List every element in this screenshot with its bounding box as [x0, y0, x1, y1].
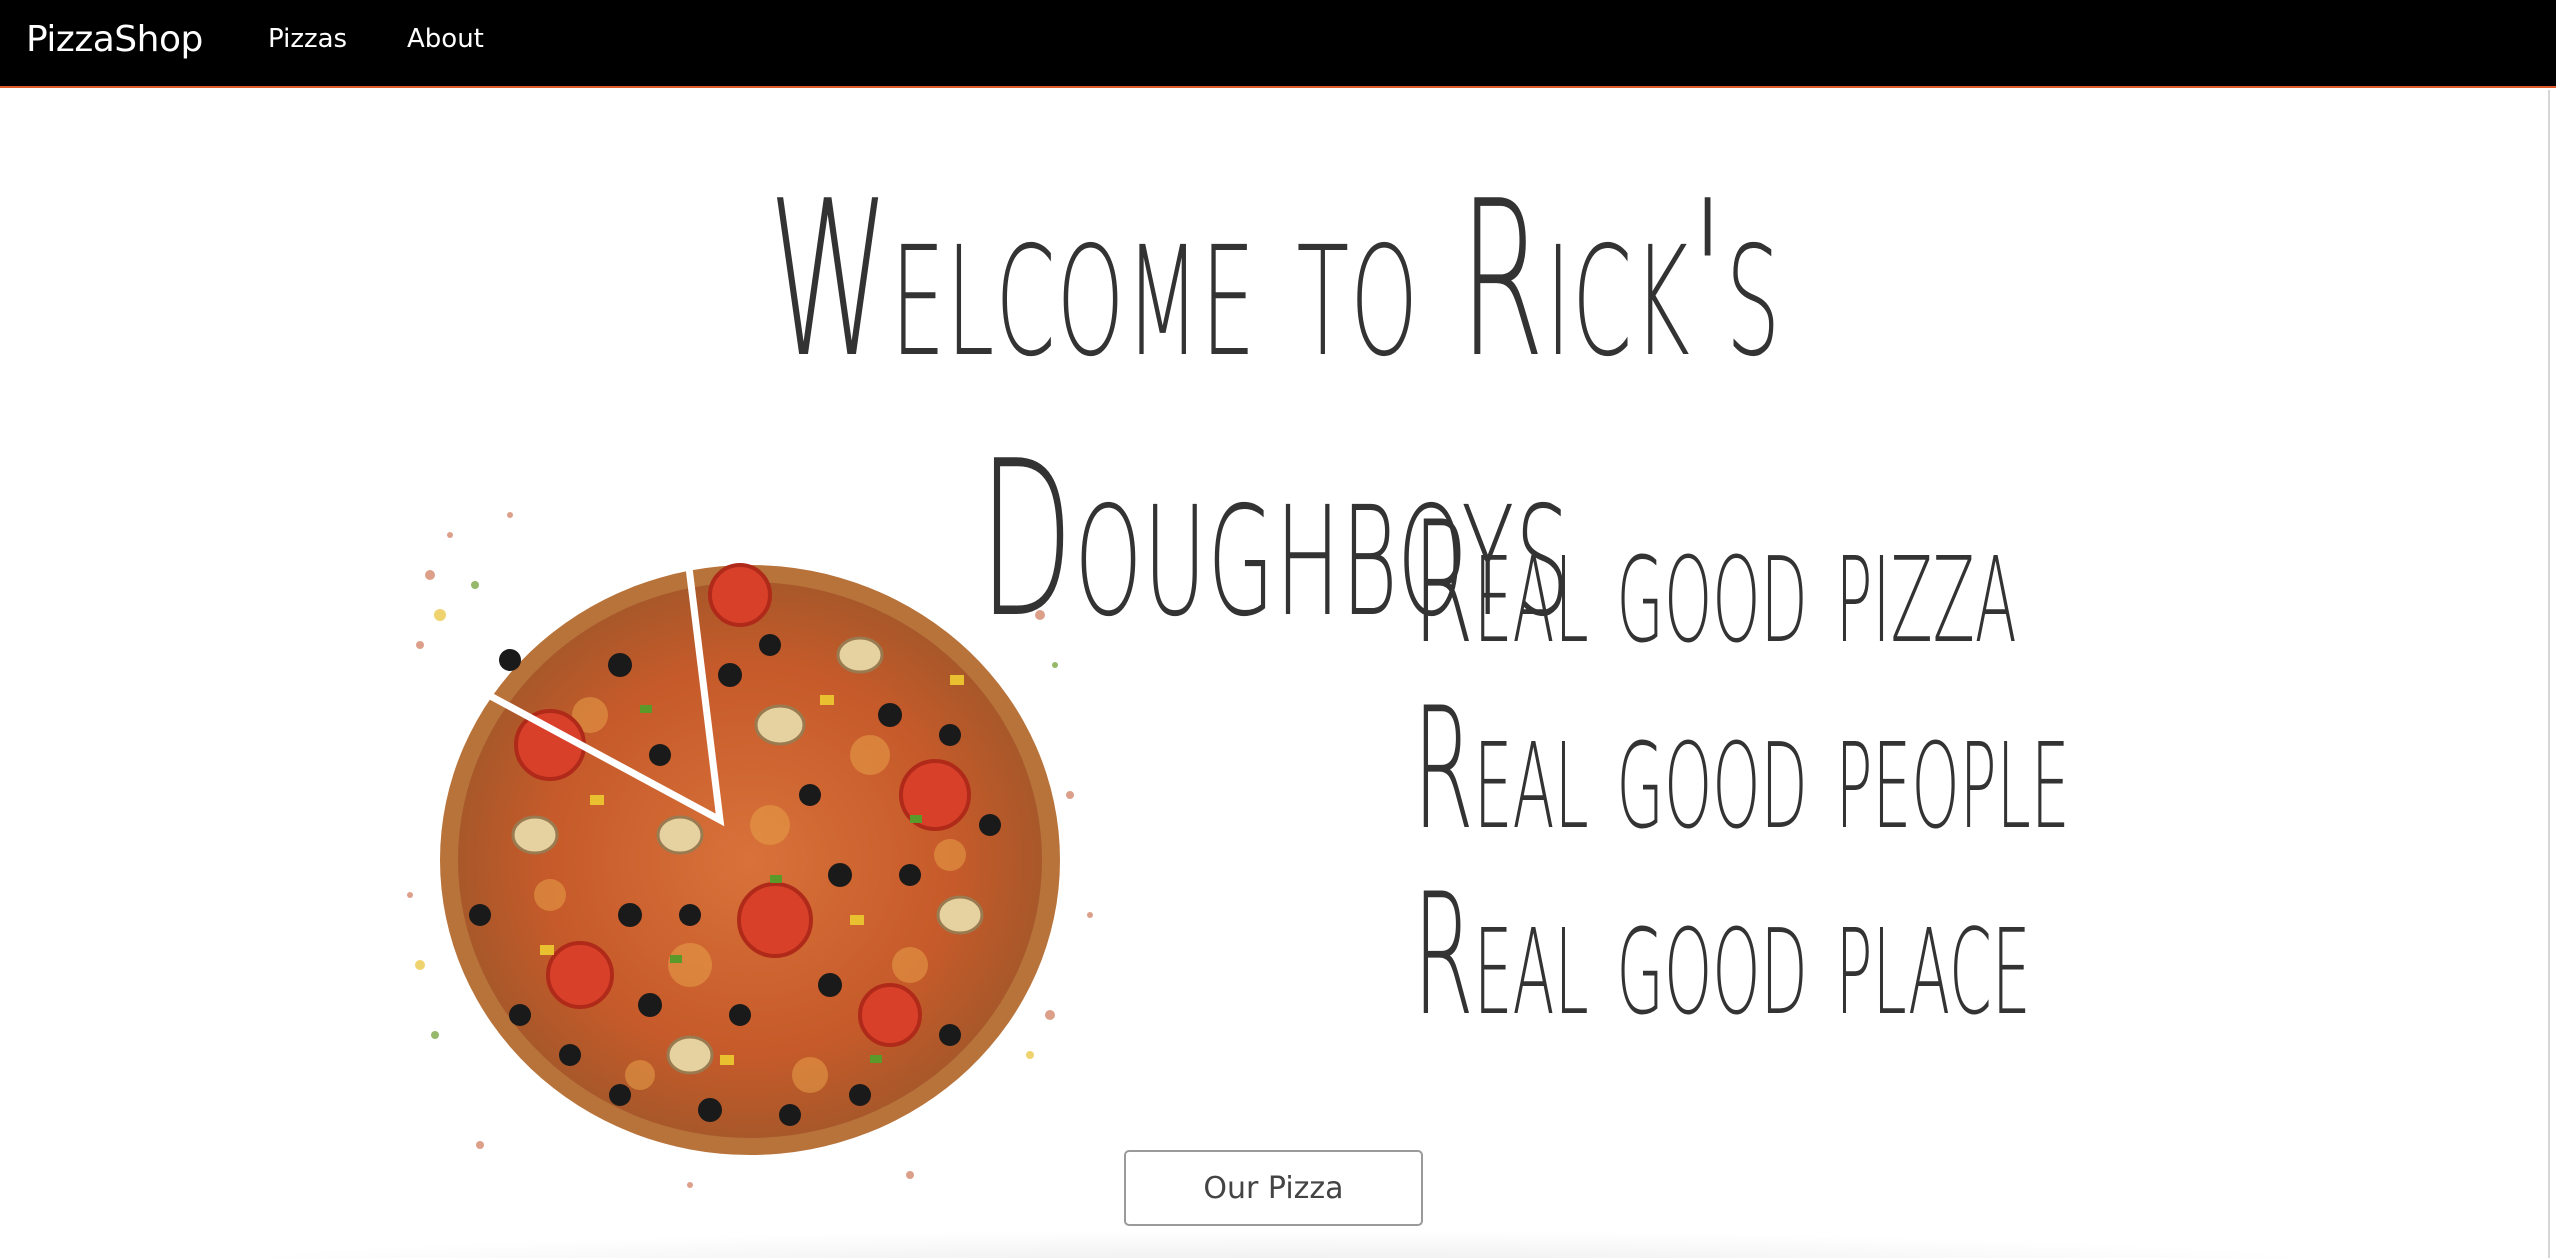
tagline-pizza: Real good pizza [1413, 485, 2017, 681]
taglines: Real good pizza Real good people Real go… [1185, 490, 2135, 1160]
pizza-image [390, 495, 1105, 1215]
tagline-place: Real good place [1413, 857, 2031, 1053]
top-navbar: PizzaShop Pizzas About [0, 0, 2556, 88]
nav-link-about[interactable]: About [407, 20, 484, 58]
brand-logo-link[interactable]: PizzaShop [26, 14, 203, 66]
main-content: Welcome to Rick's Doughboys Real good pi… [0, 90, 2550, 1258]
nav-link-pizzas[interactable]: Pizzas [268, 20, 347, 58]
bottom-shadow [160, 1230, 2400, 1258]
our-pizza-button[interactable]: Our Pizza [1124, 1150, 1423, 1226]
pizza-illustration-icon [407, 512, 1093, 1188]
tagline-people: Real good people [1413, 671, 2070, 867]
